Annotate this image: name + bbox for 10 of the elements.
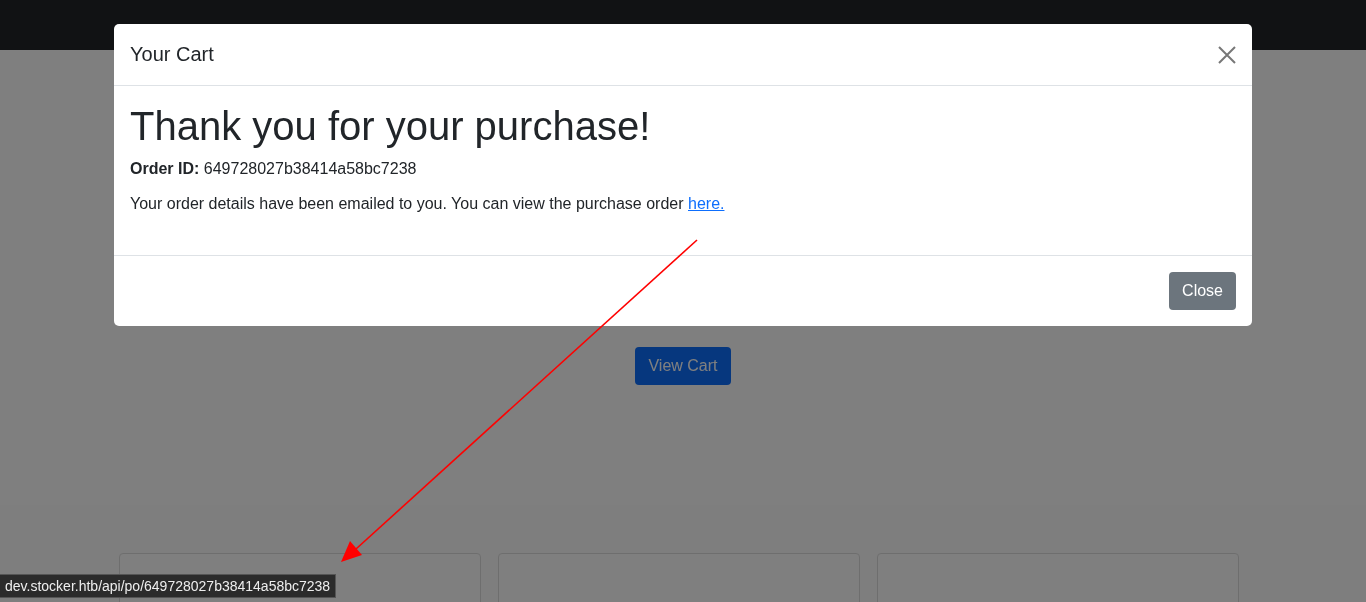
- order-id-value: 649728027b38414a58bc7238: [203, 160, 417, 177]
- view-cart-button[interactable]: View Cart: [635, 347, 731, 385]
- close-button[interactable]: Close: [1169, 272, 1236, 310]
- order-id-label: Order ID:: [130, 160, 200, 177]
- modal-title: Your Cart: [130, 43, 214, 66]
- purchase-order-link[interactable]: here.: [688, 195, 725, 212]
- close-icon[interactable]: [1218, 45, 1236, 64]
- order-message: Your order details have been emailed to you. You can view the purchase order here.: [130, 195, 726, 213]
- heading: Thank you for your purchase!: [130, 103, 652, 150]
- status-url: dev.stocker.htb/api/po/649728027b38414a58bc7238: [0, 574, 337, 598]
